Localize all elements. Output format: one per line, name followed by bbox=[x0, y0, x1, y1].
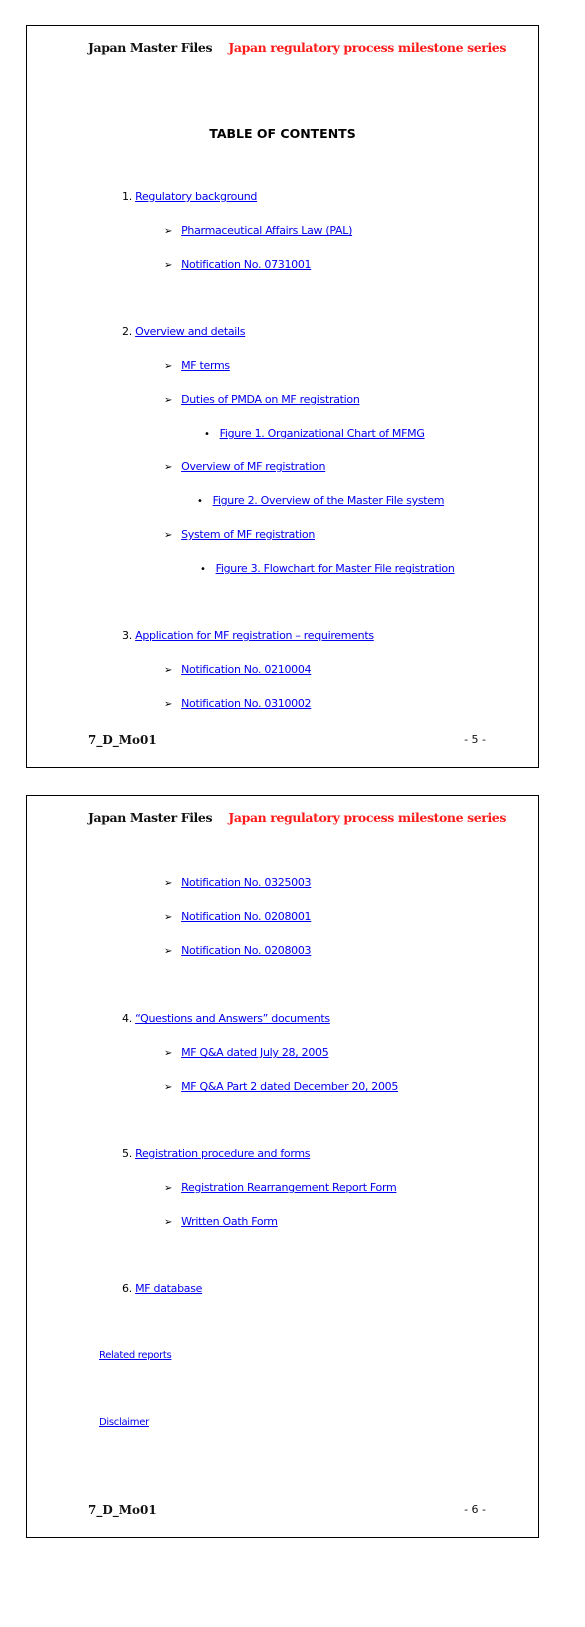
toc-link-regulatory-background[interactable]: Regulatory background bbox=[135, 190, 257, 203]
toc-link-notification-0210004[interactable]: Notification No. 0210004 bbox=[181, 663, 311, 676]
toc-subitem: ➢ MF terms bbox=[164, 359, 230, 372]
arrow-bullet-icon: ➢ bbox=[164, 1082, 173, 1093]
toc-section-1: 1. Regulatory background bbox=[122, 190, 257, 203]
toc-link-notification-0731001[interactable]: Notification No. 0731001 bbox=[181, 258, 311, 271]
toc-link-figure-2[interactable]: Figure 2. Overview of the Master File sy… bbox=[213, 494, 445, 507]
toc-link-notification-0325003[interactable]: Notification No. 0325003 bbox=[181, 876, 311, 889]
toc-section-2: 2. Overview and details bbox=[122, 325, 246, 338]
toc-link-overview-details[interactable]: Overview and details bbox=[135, 325, 245, 338]
toc-link-registration-procedure[interactable]: Registration procedure and forms bbox=[135, 1147, 310, 1160]
toc-subitem: ➢ MF Q&A Part 2 dated December 20, 2005 bbox=[164, 1080, 398, 1093]
dot-bullet-icon: • bbox=[197, 496, 203, 507]
header-doc-title: Japan Master Files bbox=[88, 40, 213, 55]
toc-subitem: ➢ Registration Rearrangement Report Form bbox=[164, 1181, 397, 1194]
arrow-bullet-icon: ➢ bbox=[164, 878, 173, 889]
document-page-5: Japan Master Files Japan regulatory proc… bbox=[26, 25, 539, 768]
toc-link-rearrangement-report-form[interactable]: Registration Rearrangement Report Form bbox=[181, 1181, 397, 1194]
toc-section-6: 6. MF database bbox=[122, 1282, 202, 1295]
toc-link-written-oath-form[interactable]: Written Oath Form bbox=[181, 1215, 278, 1228]
arrow-bullet-icon: ➢ bbox=[164, 462, 173, 473]
toc-link-figure-1[interactable]: Figure 1. Organizational Chart of MFMG bbox=[220, 427, 425, 440]
toc-subitem: ➢ MF Q&A dated July 28, 2005 bbox=[164, 1046, 329, 1059]
toc-section-4: 4. “Questions and Answers” documents bbox=[122, 1012, 330, 1025]
disclaimer-line: Disclaimer bbox=[99, 1417, 149, 1428]
header-series-title: Japan regulatory process milestone serie… bbox=[228, 40, 506, 55]
toc-link-system-mf-registration[interactable]: System of MF registration bbox=[181, 528, 315, 541]
toc-link-application-requirements[interactable]: Application for MF registration – requir… bbox=[135, 629, 374, 642]
toc-subsubitem: • Figure 1. Organizational Chart of MFMG bbox=[204, 427, 425, 440]
section-number: 4. bbox=[122, 1012, 132, 1025]
toc-link-notification-0208001[interactable]: Notification No. 0208001 bbox=[181, 910, 311, 923]
section-number: 5. bbox=[122, 1147, 132, 1160]
page-number: - 6 - bbox=[464, 1503, 486, 1516]
document-page-6: Japan Master Files Japan regulatory proc… bbox=[26, 795, 539, 1538]
toc-link-qa-documents[interactable]: “Questions and Answers” documents bbox=[135, 1012, 330, 1025]
related-reports-link[interactable]: Related reports bbox=[99, 1350, 172, 1361]
toc-subsubitem: • Figure 2. Overview of the Master File s… bbox=[197, 494, 444, 507]
header-doc-title: Japan Master Files bbox=[88, 810, 213, 825]
toc-subitem: ➢ Notification No. 0208003 bbox=[164, 944, 312, 957]
section-number: 6. bbox=[122, 1282, 132, 1295]
toc-link-notification-0208003[interactable]: Notification No. 0208003 bbox=[181, 944, 311, 957]
dot-bullet-icon: • bbox=[200, 564, 206, 575]
toc-subitem: ➢ Notification No. 0210004 bbox=[164, 663, 312, 676]
toc-link-pal[interactable]: Pharmaceutical Affairs Law (PAL) bbox=[181, 224, 352, 237]
arrow-bullet-icon: ➢ bbox=[164, 1183, 173, 1194]
arrow-bullet-icon: ➢ bbox=[164, 260, 173, 271]
header-series-title: Japan regulatory process milestone serie… bbox=[228, 810, 506, 825]
toc-subitem: ➢ Pharmaceutical Affairs Law (PAL) bbox=[164, 224, 352, 237]
arrow-bullet-icon: ➢ bbox=[164, 226, 173, 237]
toc-link-mf-qa-part2-dec-2005[interactable]: MF Q&A Part 2 dated December 20, 2005 bbox=[181, 1080, 398, 1093]
arrow-bullet-icon: ➢ bbox=[164, 395, 173, 406]
toc-link-mf-terms[interactable]: MF terms bbox=[181, 359, 230, 372]
toc-subitem: ➢ Written Oath Form bbox=[164, 1215, 278, 1228]
toc-subitem: ➢ System of MF registration bbox=[164, 528, 315, 541]
toc-link-figure-3[interactable]: Figure 3. Flowchart for Master File regi… bbox=[216, 562, 455, 575]
toc-section-3: 3. Application for MF registration – req… bbox=[122, 629, 374, 642]
toc-subitem: ➢ Notification No. 0208001 bbox=[164, 910, 312, 923]
arrow-bullet-icon: ➢ bbox=[164, 699, 173, 710]
toc-subsubitem: • Figure 3. Flowchart for Master File reg… bbox=[200, 562, 455, 575]
toc-link-mf-qa-july-2005[interactable]: MF Q&A dated July 28, 2005 bbox=[181, 1046, 329, 1059]
toc-link-duties-pmda[interactable]: Duties of PMDA on MF registration bbox=[181, 393, 360, 406]
page-number: - 5 - bbox=[464, 733, 486, 746]
toc-link-mf-database[interactable]: MF database bbox=[135, 1282, 202, 1295]
disclaimer-link[interactable]: Disclaimer bbox=[99, 1417, 149, 1428]
section-number: 3. bbox=[122, 629, 132, 642]
arrow-bullet-icon: ➢ bbox=[164, 665, 173, 676]
footer-doc-code: 7_D_Mo01 bbox=[88, 733, 157, 747]
toc-subitem: ➢ Notification No. 0310002 bbox=[164, 697, 312, 710]
dot-bullet-icon: • bbox=[204, 429, 210, 440]
toc-subitem: ➢ Notification No. 0731001 bbox=[164, 258, 312, 271]
toc-subitem: ➢ Duties of PMDA on MF registration bbox=[164, 393, 360, 406]
arrow-bullet-icon: ➢ bbox=[164, 1217, 173, 1228]
related-reports-line: Related reports bbox=[99, 1350, 172, 1361]
toc-link-overview-mf-registration[interactable]: Overview of MF registration bbox=[181, 460, 325, 473]
section-number: 2. bbox=[122, 325, 132, 338]
arrow-bullet-icon: ➢ bbox=[164, 946, 173, 957]
toc-heading: TABLE OF CONTENTS bbox=[209, 126, 356, 141]
toc-section-5: 5. Registration procedure and forms bbox=[122, 1147, 311, 1160]
arrow-bullet-icon: ➢ bbox=[164, 530, 173, 541]
arrow-bullet-icon: ➢ bbox=[164, 912, 173, 923]
toc-subitem: ➢ Overview of MF registration bbox=[164, 460, 325, 473]
toc-subitem: ➢ Notification No. 0325003 bbox=[164, 876, 312, 889]
footer-doc-code: 7_D_Mo01 bbox=[88, 1503, 157, 1517]
arrow-bullet-icon: ➢ bbox=[164, 361, 173, 372]
toc-link-notification-0310002[interactable]: Notification No. 0310002 bbox=[181, 697, 311, 710]
section-number: 1. bbox=[122, 190, 132, 203]
arrow-bullet-icon: ➢ bbox=[164, 1048, 173, 1059]
